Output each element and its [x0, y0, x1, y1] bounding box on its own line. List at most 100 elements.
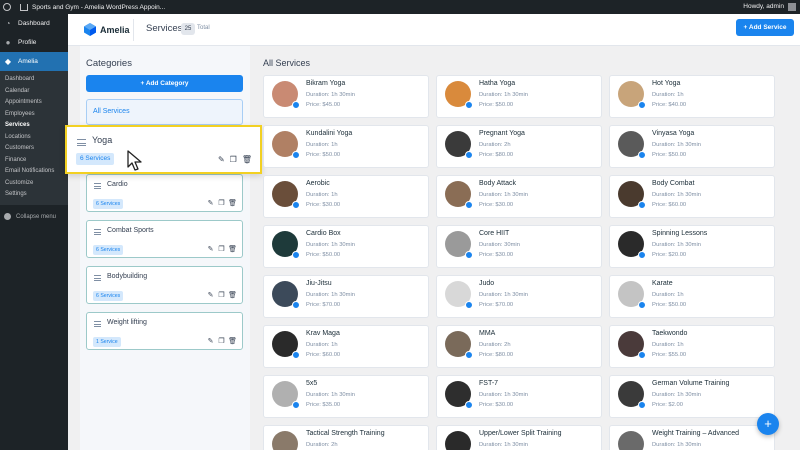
- submenu-dashboard[interactable]: Dashboard: [0, 74, 68, 86]
- service-card[interactable]: 5x5 Duration: 1h 30min Price: $35.00: [263, 375, 429, 418]
- edit-icon[interactable]: ✎: [207, 337, 214, 345]
- service-card[interactable]: Upper/Lower Split Training Duration: 1h 3…: [436, 425, 602, 450]
- drag-handle-icon[interactable]: [77, 139, 86, 146]
- drag-handle-icon[interactable]: [94, 183, 101, 189]
- duplicate-icon[interactable]: ❐: [218, 337, 225, 345]
- service-card[interactable]: Pregnant Yoga Duration: 2h Price: $80.00: [436, 125, 602, 168]
- category-name: Weight lifting: [107, 319, 147, 326]
- category-card-dragging[interactable]: Yoga 6 Services ✎ ❐ 🗑: [65, 125, 262, 174]
- avatar[interactable]: [788, 3, 796, 11]
- service-name: 5x5: [306, 380, 318, 387]
- amelia-brand: Amelia: [84, 23, 130, 36]
- add-fab-button[interactable]: +: [757, 413, 779, 435]
- drag-handle-icon[interactable]: [94, 229, 101, 235]
- mouse-cursor-icon: [127, 150, 142, 171]
- duplicate-icon[interactable]: ❐: [218, 245, 225, 253]
- service-color-dot: [292, 151, 300, 159]
- service-card[interactable]: Weight Training – Advanced Duration: 1h 3…: [609, 425, 775, 450]
- edit-icon[interactable]: ✎: [218, 155, 225, 164]
- category-name: Cardio: [107, 181, 128, 188]
- service-card[interactable]: Cardio Box Duration: 1h 30min Price: $50.0…: [263, 225, 429, 268]
- service-name: Core HIIT: [479, 230, 510, 237]
- services-count-badge: 6 Services: [76, 153, 115, 165]
- add-category-button[interactable]: + Add Category: [86, 75, 243, 92]
- service-card[interactable]: FST-7 Duration: 1h 30min Price: $30.00: [436, 375, 602, 418]
- service-color-dot: [638, 401, 646, 409]
- home-icon[interactable]: [20, 3, 28, 11]
- site-name-link[interactable]: Sports and Gym - Amelia WordPress Appoin…: [32, 4, 165, 11]
- submenu-customers[interactable]: Customers: [0, 143, 68, 155]
- service-duration: Duration: 1h 30min: [479, 92, 528, 98]
- category-all-services[interactable]: All Services: [86, 99, 243, 125]
- category-card[interactable]: Weight lifting 1 Service ✎ ❐ 🗑: [86, 312, 243, 350]
- service-card[interactable]: Vinyasa Yoga Duration: 1h 30min Price: $50…: [609, 125, 775, 168]
- service-duration: Duration: 1h: [652, 92, 684, 98]
- service-color-dot: [465, 251, 473, 259]
- service-color-dot: [292, 401, 300, 409]
- collapse-menu-button[interactable]: Collapse menu: [0, 209, 68, 225]
- service-card[interactable]: Krav Maga Duration: 1h Price: $60.00: [263, 325, 429, 368]
- service-card[interactable]: Hatha Yoga Duration: 1h 30min Price: $50.0…: [436, 75, 602, 118]
- submenu-settings[interactable]: Settings: [0, 189, 68, 201]
- edit-icon[interactable]: ✎: [207, 199, 214, 207]
- submenu-locations[interactable]: Locations: [0, 132, 68, 144]
- total-label: Total: [197, 25, 210, 31]
- service-duration: Duration: 2h: [479, 142, 511, 148]
- edit-icon[interactable]: ✎: [207, 245, 214, 253]
- service-price: Price: $50.00: [652, 152, 687, 158]
- service-card[interactable]: Tactical Strength Training Duration: 2h: [263, 425, 429, 450]
- service-card[interactable]: Aerobic Duration: 1h Price: $30.00: [263, 175, 429, 218]
- service-card[interactable]: Jiu-Jitsu Duration: 1h 30min Price: $70.00: [263, 275, 429, 318]
- service-duration: Duration: 1h: [306, 192, 338, 198]
- service-card[interactable]: German Volume Training Duration: 1h 30min…: [609, 375, 775, 418]
- service-card[interactable]: Taekwondo Duration: 1h Price: $55.00: [609, 325, 775, 368]
- duplicate-icon[interactable]: ❐: [230, 155, 237, 164]
- service-name: FST-7: [479, 380, 499, 387]
- delete-icon[interactable]: 🗑: [242, 155, 252, 164]
- wordpress-logo-icon[interactable]: [0, 0, 14, 14]
- submenu-finance[interactable]: Finance: [0, 155, 68, 167]
- delete-icon[interactable]: 🗑: [228, 291, 237, 299]
- submenu-customize[interactable]: Customize: [0, 178, 68, 190]
- category-card[interactable]: Combat Sports 6 Services ✎ ❐ 🗑: [86, 220, 243, 258]
- service-card[interactable]: Hot Yoga Duration: 1h Price: $40.00: [609, 75, 775, 118]
- service-card[interactable]: MMA Duration: 2h Price: $80.00: [436, 325, 602, 368]
- duplicate-icon[interactable]: ❐: [218, 199, 225, 207]
- service-card[interactable]: Body Attack Duration: 1h 30min Price: $30.…: [436, 175, 602, 218]
- service-card[interactable]: Body Combat Duration: 1h 30min Price: $60.…: [609, 175, 775, 218]
- category-card[interactable]: Cardio 6 Services ✎ ❐ 🗑: [86, 174, 243, 212]
- edit-icon[interactable]: ✎: [207, 291, 214, 299]
- service-card[interactable]: Judo Duration: 1h 30min Price: $70.00: [436, 275, 602, 318]
- service-color-dot: [638, 201, 646, 209]
- submenu-employees[interactable]: Employees: [0, 109, 68, 121]
- submenu-services[interactable]: Services: [0, 120, 68, 132]
- service-duration: Duration: 1h 30min: [479, 392, 528, 398]
- service-card[interactable]: Core HIIT Duration: 30min Price: $30.00: [436, 225, 602, 268]
- all-services-heading: All Services: [263, 58, 311, 68]
- services-count-badge: 6 Services: [93, 245, 124, 255]
- service-price: Price: $30.00: [479, 402, 514, 408]
- service-duration: Duration: 1h 30min: [306, 242, 355, 248]
- howdy-user[interactable]: Howdy, admin: [743, 3, 784, 10]
- service-card[interactable]: Bikram Yoga Duration: 1h 30min Price: $45.…: [263, 75, 429, 118]
- submenu-calendar[interactable]: Calendar: [0, 86, 68, 98]
- service-card[interactable]: Karate Duration: 1h Price: $50.00: [609, 275, 775, 318]
- delete-icon[interactable]: 🗑: [228, 337, 237, 345]
- service-card[interactable]: Spinning Lessons Duration: 1h 30min Price:…: [609, 225, 775, 268]
- service-name: Taekwondo: [652, 330, 688, 337]
- service-price: Price: $60.00: [652, 202, 687, 208]
- add-service-button[interactable]: + Add Service: [736, 19, 794, 36]
- drag-handle-icon[interactable]: [94, 275, 101, 281]
- menu-dashboard[interactable]: ◔ Dashboard: [0, 14, 68, 33]
- menu-amelia[interactable]: ◆ Amelia: [0, 52, 68, 71]
- category-card[interactable]: Bodybuilding 6 Services ✎ ❐ 🗑: [86, 266, 243, 304]
- submenu-appointments[interactable]: Appointments: [0, 97, 68, 109]
- menu-profile[interactable]: ● Profile: [0, 33, 68, 52]
- submenu-email-notifications[interactable]: Email Notifications: [0, 166, 68, 178]
- delete-icon[interactable]: 🗑: [228, 199, 237, 207]
- drag-handle-icon[interactable]: [94, 321, 101, 327]
- delete-icon[interactable]: 🗑: [228, 245, 237, 253]
- duplicate-icon[interactable]: ❐: [218, 291, 225, 299]
- service-price: Price: $30.00: [479, 202, 514, 208]
- service-card[interactable]: Kundalini Yoga Duration: 1h Price: $50.00: [263, 125, 429, 168]
